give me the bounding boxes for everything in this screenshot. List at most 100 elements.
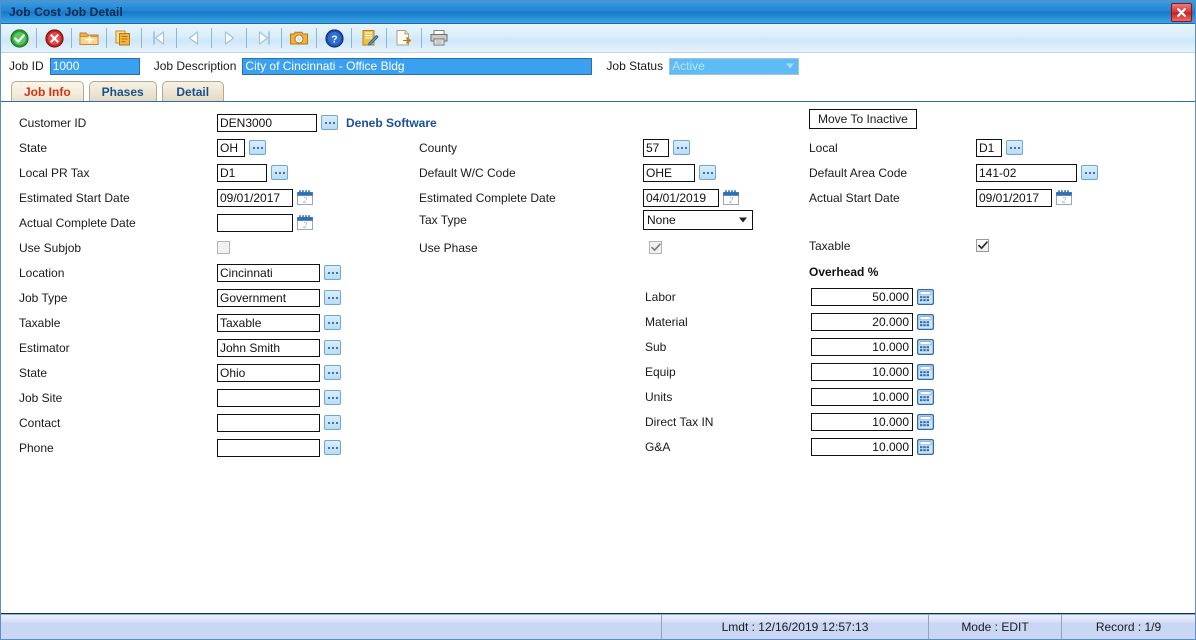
close-icon[interactable] — [1171, 3, 1192, 22]
use-phase-checkbox[interactable] — [649, 241, 662, 254]
estimated-start-date-input[interactable]: 09/01/2017 — [217, 188, 293, 207]
customer-id-input[interactable]: DEN3000 — [217, 113, 317, 132]
field-row-taxable-right: Taxable — [809, 233, 989, 258]
estimator-lookup-icon[interactable] — [324, 340, 341, 355]
job-type-lookup-icon[interactable] — [324, 290, 341, 305]
overhead-input[interactable]: 10.000 — [811, 412, 913, 431]
help-button[interactable]: ? — [320, 26, 348, 50]
window-title: Job Cost Job Detail — [9, 5, 123, 19]
state-lookup-icon[interactable] — [249, 140, 266, 155]
next-record-button[interactable] — [215, 26, 243, 50]
local-pr-tax-input[interactable]: D1 — [217, 163, 267, 182]
calculator-icon[interactable] — [917, 388, 934, 405]
new-record-button[interactable] — [75, 26, 103, 50]
field-row-estimator: Estimator John Smith — [19, 335, 341, 360]
tab-phases[interactable]: Phases — [88, 81, 157, 101]
local-lookup-icon[interactable] — [1006, 140, 1023, 155]
find-record-button[interactable] — [285, 26, 313, 50]
state-2-lookup-icon[interactable] — [324, 365, 341, 380]
calendar-icon[interactable]: 2 — [296, 214, 314, 231]
actual-start-date-input[interactable]: 09/01/2017 — [976, 188, 1052, 207]
last-record-button[interactable] — [250, 26, 278, 50]
phone-lookup-icon[interactable] — [324, 440, 341, 455]
county-lookup-icon[interactable] — [673, 140, 690, 155]
job-type-input[interactable]: Government — [217, 288, 320, 307]
calculator-icon[interactable] — [917, 288, 934, 305]
job-id-input[interactable]: 1000 — [49, 57, 140, 75]
tax-type-select[interactable]: None — [643, 210, 753, 230]
tab-job-info[interactable]: Job Info — [11, 81, 84, 101]
field-row-state-2: State Ohio — [19, 360, 341, 385]
estimated-complete-date-input[interactable]: 04/01/2019 — [643, 188, 719, 207]
default-wc-code-input[interactable]: OHE — [643, 163, 695, 182]
overhead-input[interactable]: 10.000 — [811, 437, 913, 456]
notes-button[interactable] — [355, 26, 383, 50]
toolbar-separator — [71, 28, 72, 48]
actual-complete-date-input[interactable] — [217, 213, 293, 232]
calculator-icon[interactable] — [917, 438, 934, 455]
use-subjob-label: Use Subjob — [19, 240, 82, 255]
ok-save-button[interactable] — [5, 26, 33, 50]
use-subjob-checkbox[interactable] — [217, 241, 230, 254]
state-2-input[interactable]: Ohio — [217, 363, 320, 382]
calendar-icon[interactable]: 2 — [722, 189, 740, 206]
use-phase-label: Use Phase — [419, 240, 478, 255]
location-label: Location — [19, 265, 65, 280]
taxable-lookup-icon[interactable] — [324, 315, 341, 330]
overhead-row: G&A 10.000 — [645, 434, 934, 459]
cancel-button[interactable] — [40, 26, 68, 50]
local-pr-tax-lookup-icon[interactable] — [271, 165, 288, 180]
svg-text:2: 2 — [1062, 196, 1066, 205]
overhead-row: Sub 10.000 — [645, 334, 934, 359]
toolbar-separator — [36, 28, 37, 48]
estimator-input[interactable]: John Smith — [217, 338, 320, 357]
overhead-input[interactable]: 10.000 — [811, 337, 913, 356]
default-wc-code-lookup-icon[interactable] — [699, 165, 716, 180]
previous-record-button[interactable] — [180, 26, 208, 50]
calendar-icon[interactable]: 2 — [1055, 189, 1073, 206]
default-area-code-label: Default Area Code — [809, 165, 908, 180]
job-status-select[interactable]: Active — [669, 57, 800, 75]
move-to-inactive-row: Move To Inactive — [809, 108, 917, 130]
status-last-modified: Lmdt : 12/16/2019 12:57:13 — [662, 615, 929, 639]
job-site-lookup-icon[interactable] — [324, 390, 341, 405]
job-description-input[interactable]: City of Cincinnati - Office Bldg — [242, 57, 593, 75]
local-label: Local — [809, 140, 838, 155]
first-record-button[interactable] — [145, 26, 173, 50]
print-button[interactable] — [425, 26, 453, 50]
location-input[interactable]: Cincinnati — [217, 263, 320, 282]
overhead-input[interactable]: 10.000 — [811, 362, 913, 381]
local-input[interactable]: D1 — [976, 138, 1002, 157]
calculator-icon[interactable] — [917, 413, 934, 430]
contact-lookup-icon[interactable] — [324, 415, 341, 430]
customer-name-text: Deneb Software — [346, 115, 437, 130]
contact-input[interactable] — [217, 413, 320, 432]
tab-detail[interactable]: Detail — [161, 81, 224, 101]
phone-input[interactable] — [217, 438, 320, 457]
overhead-input[interactable]: 10.000 — [811, 387, 913, 406]
taxable-right-label: Taxable — [809, 238, 851, 253]
overhead-input[interactable]: 20.000 — [811, 312, 913, 331]
calculator-icon[interactable] — [917, 338, 934, 355]
taxable-input[interactable]: Taxable — [217, 313, 320, 332]
copy-record-button[interactable] — [110, 26, 138, 50]
calculator-icon[interactable] — [917, 363, 934, 380]
job-site-input[interactable] — [217, 388, 320, 407]
state-input[interactable]: OH — [217, 138, 245, 157]
county-input[interactable]: 57 — [643, 138, 669, 157]
overhead-label: Sub — [645, 339, 667, 354]
field-row-tax-type: Tax Type None — [419, 209, 753, 231]
local-pr-tax-label: Local PR Tax — [19, 165, 90, 180]
toolbar-separator — [141, 28, 142, 48]
customer-id-lookup-icon[interactable] — [321, 115, 338, 130]
calculator-icon[interactable] — [917, 313, 934, 330]
export-button[interactable] — [390, 26, 418, 50]
location-lookup-icon[interactable] — [324, 265, 341, 280]
overhead-input[interactable]: 50.000 — [811, 287, 913, 306]
overhead-row: Direct Tax IN 10.000 — [645, 409, 934, 434]
calendar-icon[interactable]: 2 — [296, 189, 314, 206]
taxable-right-checkbox[interactable] — [976, 239, 989, 252]
move-to-inactive-button[interactable]: Move To Inactive — [809, 109, 917, 129]
default-area-code-lookup-icon[interactable] — [1081, 165, 1098, 180]
default-area-code-input[interactable]: 141-02 — [976, 163, 1077, 182]
